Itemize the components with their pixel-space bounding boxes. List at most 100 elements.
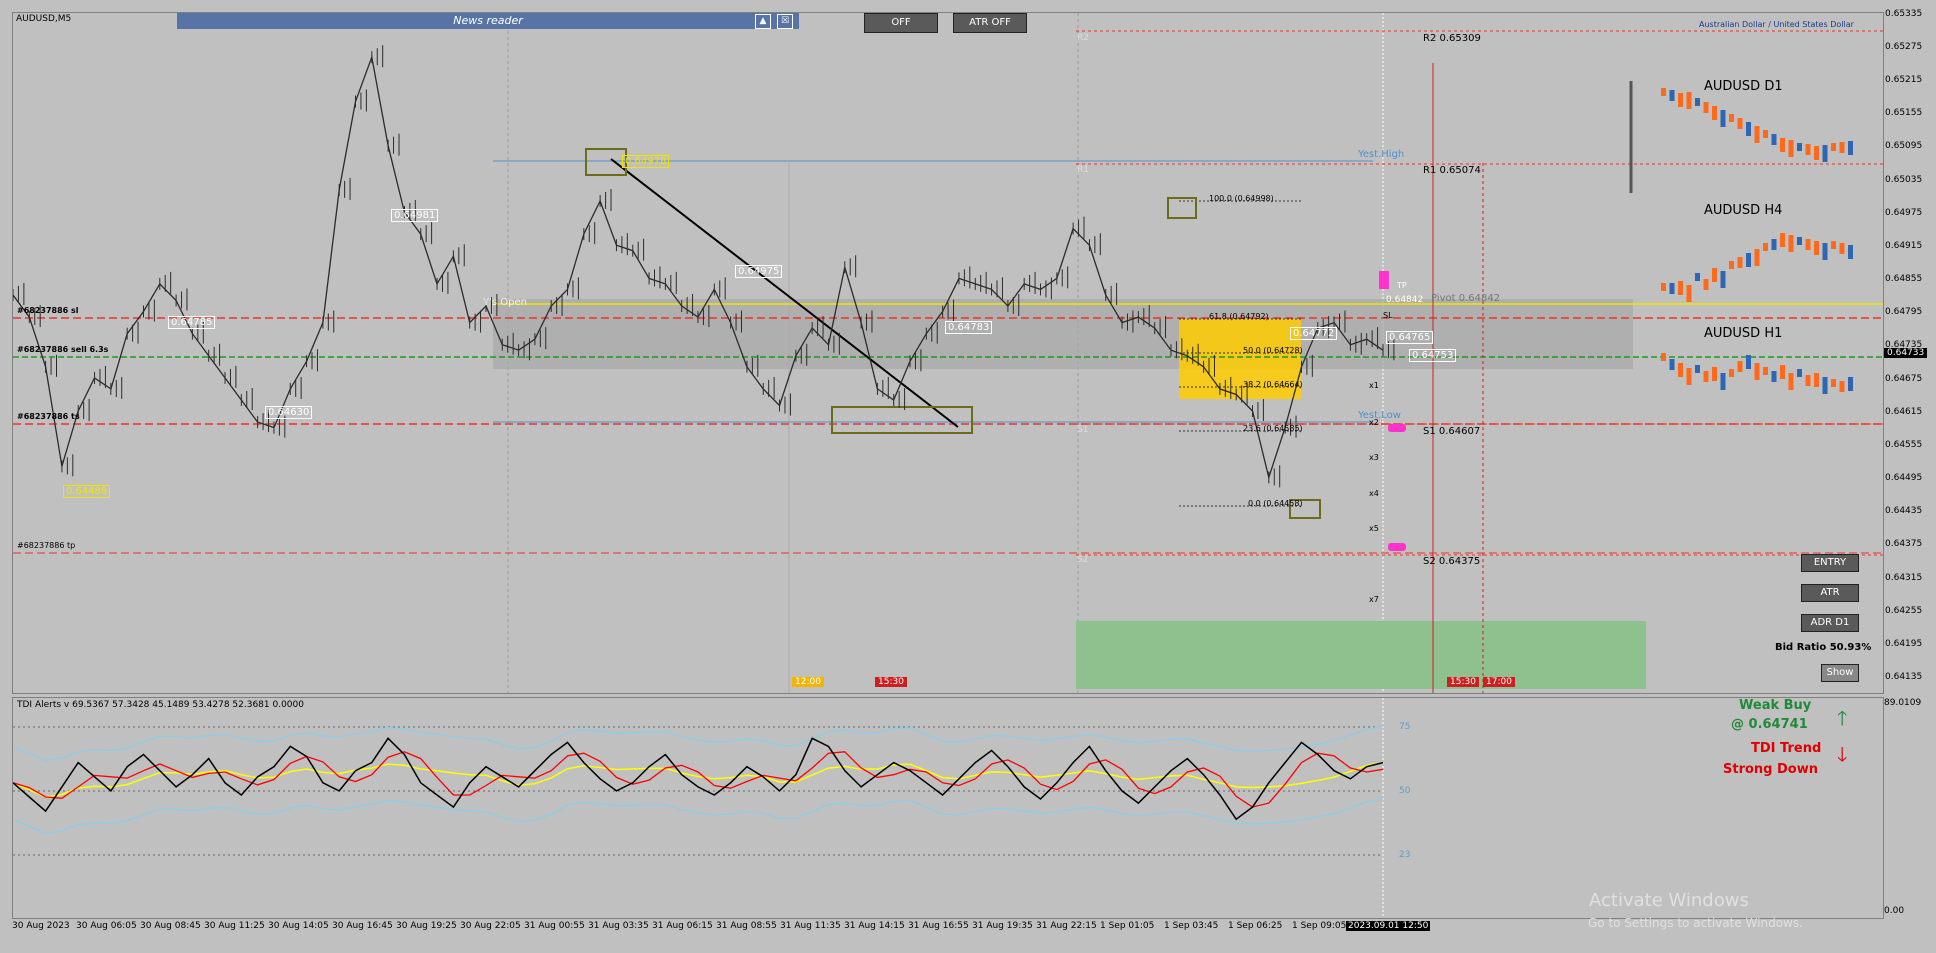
mini-candle [1839, 142, 1845, 153]
entry-button[interactable]: ENTRY [1801, 554, 1859, 572]
close-icon[interactable]: ☒ [777, 14, 793, 29]
price-tick-label: 0.64795 [1885, 307, 1923, 318]
tdi-level-23: 23 [1399, 850, 1411, 860]
mini-candle [1797, 143, 1802, 151]
time-tick-label: 30 Aug 2023 [12, 921, 70, 931]
fib-236-label: 23.6 (0.64585) [1243, 424, 1303, 433]
price-tick-label: 0.64315 [1885, 572, 1923, 583]
swing-high-box[interactable] [585, 148, 627, 176]
news-reader-label[interactable]: News reader [453, 14, 523, 27]
trendline[interactable] [610, 158, 959, 428]
order-tp-label: #68237886 tp [17, 541, 76, 550]
signal-price: @ 0.64741 [1731, 717, 1808, 732]
mini-candle [1703, 371, 1709, 382]
price-tick-label: 0.65035 [1885, 174, 1923, 185]
price-tick-label: 0.64615 [1885, 406, 1923, 417]
x-mark: x7 [1369, 595, 1379, 604]
mini-candle [1695, 365, 1700, 373]
mini-candle [1848, 245, 1853, 259]
mini-h1-title: AUDUSD H1 [1704, 326, 1783, 341]
price-chart-svg[interactable] [13, 13, 1883, 693]
swing-low-box[interactable] [831, 406, 973, 434]
time-tick-label: 31 Aug 00:55 [524, 921, 585, 931]
order-sell-label: #68237886 sell 6.3s [17, 345, 109, 354]
price-tick-label: 0.64555 [1885, 439, 1923, 450]
mini-candle [1746, 253, 1751, 267]
arrow-up-icon: 🡑 [1837, 706, 1848, 730]
mini-charts-group [1661, 88, 1853, 394]
mini-candle [1678, 281, 1683, 295]
mini-candle [1661, 88, 1666, 96]
mini-candle [1746, 355, 1751, 369]
price-tag-7: 0.64975 [735, 265, 783, 278]
watermark-title: Activate Windows [1589, 890, 1749, 911]
mini-candle [1763, 243, 1768, 251]
tdi-level-50: 50 [1399, 786, 1411, 796]
mini-candle [1720, 271, 1726, 288]
price-tag-2: 0.64978 [622, 155, 670, 168]
mini-candle [1686, 285, 1692, 302]
r2-label: R2 0.65309 [1423, 33, 1481, 44]
collapse-up-icon[interactable]: ▲ [755, 14, 771, 29]
order-ts-label: #68237886 ts [17, 412, 80, 421]
news-reader-bar[interactable]: News reader ▲ ☒ [177, 13, 799, 29]
time-tick-label: 31 Aug 03:35 [588, 921, 649, 931]
off-button[interactable]: OFF [864, 13, 938, 33]
atr-button[interactable]: ATR [1801, 584, 1859, 602]
fib-100-label: 100.0 (0.64998) [1209, 194, 1274, 203]
mini-candle [1805, 144, 1811, 155]
time-tag-1530-b: 15:30 [1447, 677, 1479, 687]
tdi-panel[interactable]: TDI Alerts v 69.5367 57.3428 45.1489 53.… [12, 697, 1884, 919]
signal-strong-down: Strong Down [1723, 762, 1818, 777]
adr-d1-button[interactable]: ADR D1 [1801, 614, 1859, 632]
mini-candle [1754, 126, 1760, 143]
signal-weak-buy: Weak Buy [1739, 698, 1812, 713]
x-mark: x1 [1369, 381, 1379, 390]
mini-candle [1686, 92, 1692, 109]
mini-candle [1678, 93, 1683, 107]
atr-off-button[interactable]: ATR OFF [953, 13, 1027, 33]
time-tag-1530: 15:30 [875, 677, 907, 687]
mini-candle [1822, 243, 1828, 260]
x-mark: x5 [1369, 524, 1379, 533]
s1-short-label: S1 [1077, 425, 1089, 435]
tdi-level-75: 75 [1399, 722, 1411, 732]
time-tick-label: 30 Aug 06:05 [76, 921, 137, 931]
main-chart[interactable]: AUDUSD,M5 News reader ▲ ☒ OFF ATR OFF Au… [12, 12, 1884, 694]
mini-candle [1831, 379, 1836, 387]
mini-candle [1805, 239, 1811, 250]
magenta-marker [1388, 543, 1406, 551]
magenta-arrow [1379, 271, 1389, 289]
mini-candle [1763, 367, 1768, 375]
mini-candle [1695, 98, 1700, 106]
tdi-market-base-line [13, 761, 1384, 798]
mini-candle [1729, 369, 1734, 377]
price-tick-label: 0.64915 [1885, 240, 1923, 251]
mini-candle [1746, 122, 1751, 136]
show-button[interactable]: Show [1821, 664, 1859, 682]
price-tick-label: 0.64855 [1885, 274, 1923, 285]
price-tick-label: 0.65215 [1885, 75, 1923, 86]
price-tag-6: 0.64783 [945, 321, 993, 334]
time-tick-label: 1 Sep 03:45 [1164, 921, 1219, 931]
pair-name: Australian Dollar / United States Dollar [1699, 20, 1854, 29]
mini-candle [1780, 233, 1785, 247]
mini-candle [1839, 243, 1845, 254]
price-tag-1: 0.64981 [391, 209, 439, 222]
mini-candle [1669, 283, 1675, 294]
fib-50-label: 50.0 (0.64728) [1243, 346, 1303, 355]
mini-candle [1788, 140, 1794, 157]
price-tick-label: 0.64435 [1885, 506, 1923, 517]
mini-candle [1763, 130, 1768, 138]
mini-candle [1729, 261, 1734, 269]
mini-candle [1737, 257, 1743, 268]
sl-tag: SL [1383, 311, 1393, 320]
green-zone [1076, 621, 1646, 689]
mini-candle [1754, 363, 1760, 380]
s1-label: S1 0.64607 [1423, 426, 1481, 437]
x-mark: x3 [1369, 453, 1379, 462]
mini-candle [1771, 371, 1777, 382]
tp-tag: TP [1397, 281, 1407, 290]
mini-candle [1848, 141, 1853, 155]
mini-candle [1822, 145, 1828, 162]
